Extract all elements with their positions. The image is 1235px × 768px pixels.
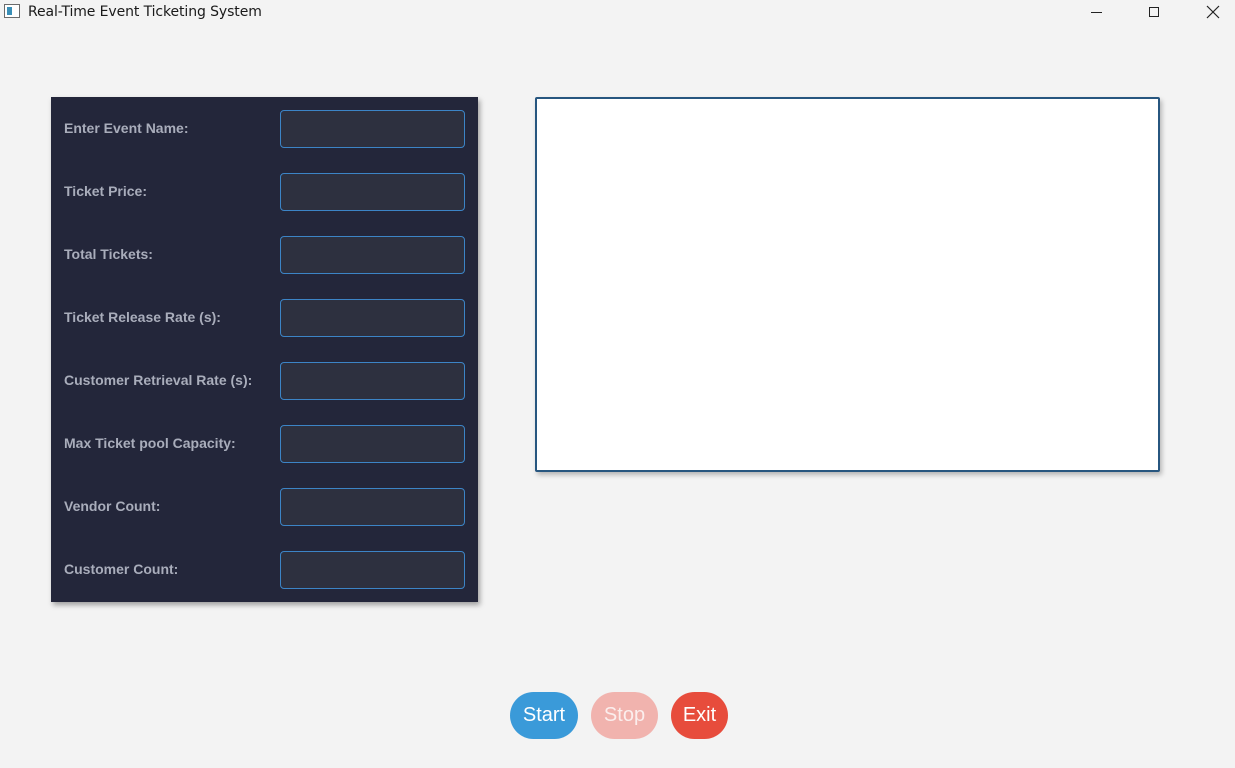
- form-row-total-tickets: Total Tickets:: [51, 236, 478, 274]
- minimize-button[interactable]: [1073, 0, 1119, 24]
- title-bar[interactable]: Real-Time Event Ticketing System: [0, 0, 1235, 24]
- close-button[interactable]: [1190, 0, 1235, 24]
- total-tickets-label: Total Tickets:: [64, 246, 153, 262]
- ticket-price-label: Ticket Price:: [64, 183, 148, 199]
- exit-button[interactable]: Exit: [671, 692, 728, 739]
- customer-retrieval-rate-label: Customer Retrieval Rate (s):: [64, 372, 253, 388]
- max-ticket-pool-capacity-label: Max Ticket pool Capacity:: [64, 435, 236, 451]
- customer-retrieval-rate-input[interactable]: [280, 362, 465, 400]
- customer-count-label: Customer Count:: [64, 561, 179, 577]
- event-name-label: Enter Event Name:: [64, 120, 189, 136]
- ticket-release-rate-label: Ticket Release Rate (s):: [64, 309, 221, 325]
- form-row-customer-retrieval-rate: Customer Retrieval Rate (s):: [51, 362, 478, 400]
- minimize-icon: [1090, 11, 1102, 13]
- total-tickets-input[interactable]: [280, 236, 465, 274]
- ticket-price-input[interactable]: [280, 173, 465, 211]
- maximize-button[interactable]: [1131, 0, 1177, 24]
- customer-count-input[interactable]: [280, 551, 465, 589]
- event-name-input[interactable]: [280, 110, 465, 148]
- form-row-vendor-count: Vendor Count:: [51, 488, 478, 526]
- ticket-release-rate-input[interactable]: [280, 299, 465, 337]
- close-icon: [1206, 5, 1220, 19]
- stop-button[interactable]: Stop: [591, 692, 658, 739]
- log-output-area[interactable]: [535, 97, 1160, 472]
- form-row-customer-count: Customer Count:: [51, 551, 478, 589]
- app-icon: [4, 4, 20, 18]
- maximize-icon: [1149, 7, 1159, 17]
- configuration-form-panel: Enter Event Name: Ticket Price: Total Ti…: [51, 97, 478, 602]
- vendor-count-label: Vendor Count:: [64, 498, 161, 514]
- form-row-ticket-release-rate: Ticket Release Rate (s):: [51, 299, 478, 337]
- max-ticket-pool-capacity-input[interactable]: [280, 425, 465, 463]
- form-row-ticket-price: Ticket Price:: [51, 173, 478, 211]
- vendor-count-input[interactable]: [280, 488, 465, 526]
- form-row-event-name: Enter Event Name:: [51, 110, 478, 148]
- app-window: Real-Time Event Ticketing System Enter E…: [0, 0, 1235, 768]
- window-title: Real-Time Event Ticketing System: [28, 4, 262, 20]
- form-row-max-ticket-pool-capacity: Max Ticket pool Capacity:: [51, 425, 478, 463]
- start-button[interactable]: Start: [510, 692, 578, 739]
